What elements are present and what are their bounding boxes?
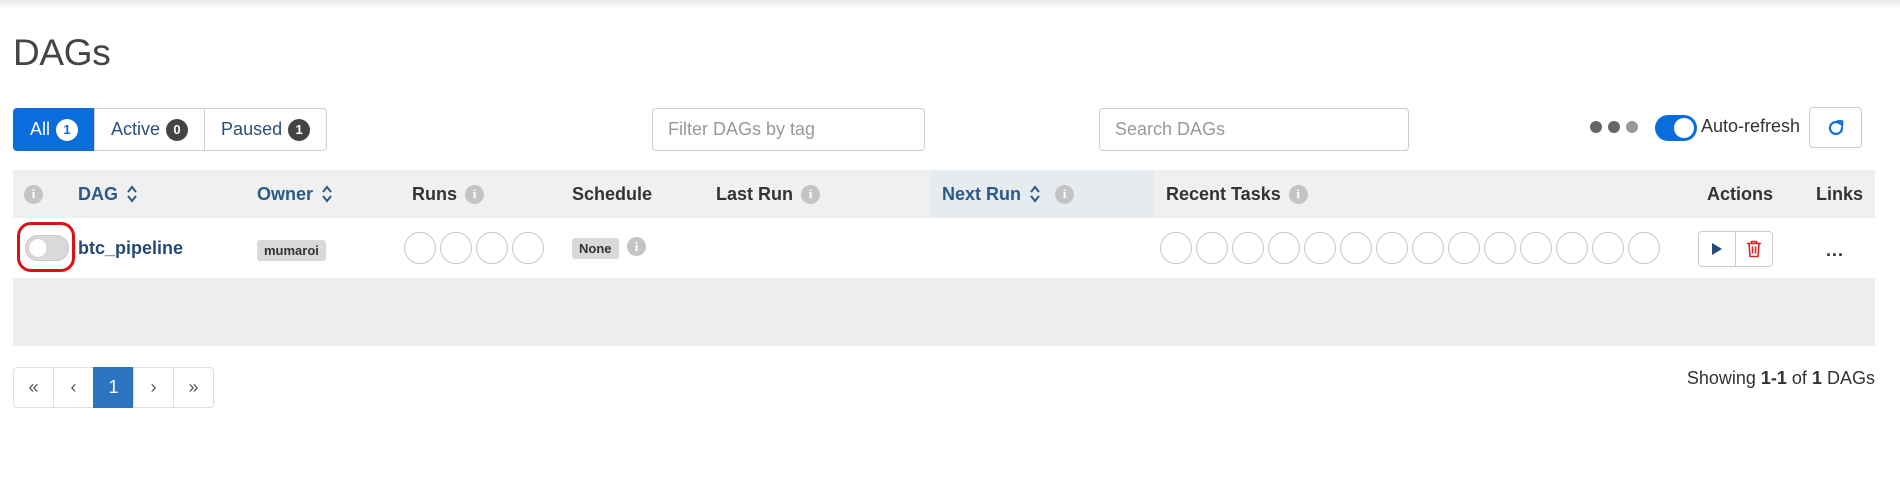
info-icon[interactable]: i	[24, 184, 43, 204]
search-dags-input[interactable]	[1099, 108, 1409, 151]
run-state-circle[interactable]	[404, 232, 436, 264]
sort-icon	[127, 185, 137, 203]
page-first-button[interactable]: «	[13, 367, 54, 408]
table-empty-area	[13, 278, 1875, 346]
header-links: Links	[1816, 170, 1863, 218]
status-filter-all-count: 1	[56, 118, 79, 141]
header-dag[interactable]: DAG	[78, 170, 138, 218]
showing-range: 1-1	[1760, 368, 1787, 388]
loading-indicator	[1590, 121, 1638, 133]
tag-filter-input[interactable]	[652, 108, 925, 151]
page-current-button[interactable]: 1	[93, 367, 134, 408]
header-schedule-label: Schedule	[572, 183, 653, 204]
loading-dot	[1626, 121, 1638, 133]
page-title: DAGs	[13, 32, 111, 73]
header-owner-label: Owner	[257, 183, 314, 204]
header-runs-label: Runs	[412, 183, 457, 204]
status-filter-paused-label: Paused	[221, 119, 283, 139]
task-state-circle[interactable]	[1376, 232, 1408, 264]
info-icon[interactable]: i	[1055, 184, 1075, 204]
task-state-circle[interactable]	[1304, 232, 1336, 264]
task-state-circle[interactable]	[1160, 232, 1192, 264]
annotation-circle	[17, 222, 75, 272]
info-icon[interactable]: i	[1288, 184, 1308, 204]
header-next-run-label: Next Run	[942, 183, 1022, 204]
task-state-circle[interactable]	[1556, 232, 1588, 264]
loading-dot	[1608, 121, 1620, 133]
header-last-run: Last Run i	[716, 170, 821, 218]
status-filter-active[interactable]: Active 0	[94, 108, 206, 151]
info-icon[interactable]: i	[801, 184, 821, 204]
info-icon[interactable]: i	[627, 237, 646, 256]
header-runs: Runs i	[412, 170, 484, 218]
task-state-circle[interactable]	[1412, 232, 1444, 264]
auto-refresh-toggle[interactable]	[1655, 115, 1697, 141]
auto-refresh-label: Auto-refresh	[1701, 116, 1801, 136]
task-state-circle[interactable]	[1232, 232, 1264, 264]
header-actions: Actions	[1707, 170, 1773, 218]
header-recent-tasks-label: Recent Tasks	[1166, 183, 1281, 204]
delete-dag-button[interactable]	[1735, 231, 1773, 267]
loading-dot	[1590, 121, 1602, 133]
sort-icon	[1030, 185, 1040, 203]
links-menu-button[interactable]: ...	[1826, 240, 1844, 261]
task-state-circle[interactable]	[1196, 232, 1228, 264]
status-filter-active-count: 0	[166, 118, 189, 141]
table-row: btc_pipeline mumaroi None i ...	[13, 218, 1875, 278]
pagination: « ‹ 1 › »	[13, 367, 214, 408]
trigger-dag-button[interactable]	[1698, 231, 1736, 267]
header-next-run[interactable]: Next Run i	[931, 170, 1154, 218]
actions-group	[1698, 231, 1773, 267]
showing-suffix: DAGs	[1826, 368, 1875, 388]
trash-icon	[1747, 240, 1761, 258]
refresh-button[interactable]	[1809, 107, 1862, 148]
showing-count: Showing 1-1 of 1 DAGs	[1687, 368, 1875, 389]
status-filter-active-label: Active	[111, 119, 161, 139]
task-state-circle[interactable]	[1484, 232, 1516, 264]
task-state-circle[interactable]	[1628, 232, 1660, 264]
info-icon[interactable]: i	[465, 184, 484, 204]
dag-id-link[interactable]: btc_pipeline	[78, 238, 183, 259]
status-filter-paused-count: 1	[288, 118, 311, 141]
header-recent-tasks: Recent Tasks i	[1166, 170, 1308, 218]
header-owner[interactable]: Owner	[257, 170, 333, 218]
page-last-button[interactable]: »	[173, 367, 214, 408]
run-state-circle[interactable]	[512, 232, 544, 264]
showing-of: of	[1791, 368, 1807, 388]
page-prev-button[interactable]: ‹	[53, 367, 94, 408]
status-filter-paused[interactable]: Paused 1	[204, 108, 328, 151]
run-state-circle[interactable]	[440, 232, 472, 264]
toggle-knob	[1674, 118, 1694, 138]
header-last-run-label: Last Run	[716, 183, 794, 204]
sort-icon	[322, 185, 332, 203]
status-filter-all-label: All	[30, 119, 51, 139]
header-shadow	[0, 0, 1900, 8]
showing-prefix: Showing	[1686, 368, 1756, 388]
refresh-icon	[1828, 119, 1843, 135]
page-next-button[interactable]: ›	[133, 367, 174, 408]
status-filter: All 1 Active 0 Paused 1	[13, 108, 328, 151]
run-state-circle[interactable]	[476, 232, 508, 264]
task-state-circle[interactable]	[1340, 232, 1372, 264]
header-links-label: Links	[1816, 183, 1864, 204]
schedule-badge: None	[572, 238, 619, 259]
task-state-circle[interactable]	[1592, 232, 1624, 264]
header-info: i	[24, 170, 43, 218]
play-icon	[1712, 243, 1722, 255]
header-schedule: Schedule	[572, 170, 652, 218]
header-dag-label: DAG	[78, 183, 118, 204]
task-state-circle[interactable]	[1268, 232, 1300, 264]
table-header: i DAG Owner Runs i Schedule Last Run i N…	[13, 170, 1875, 218]
header-actions-label: Actions	[1707, 183, 1774, 204]
dags-table: i DAG Owner Runs i Schedule Last Run i N…	[13, 170, 1875, 346]
status-filter-all[interactable]: All 1	[13, 108, 96, 151]
task-state-circle[interactable]	[1448, 232, 1480, 264]
showing-total: 1	[1811, 368, 1822, 388]
task-state-circle[interactable]	[1520, 232, 1552, 264]
owner-badge[interactable]: mumaroi	[257, 240, 326, 261]
